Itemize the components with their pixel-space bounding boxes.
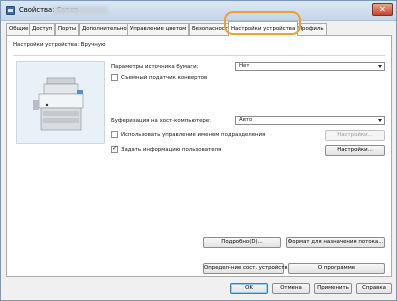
cancel-button[interactable]: Отмена: [272, 283, 310, 294]
tab-general[interactable]: Общие: [6, 23, 32, 35]
tab-sharing[interactable]: Доступ: [29, 23, 56, 35]
tab-profile[interactable]: Профиль: [295, 23, 327, 35]
redacted-printer-name: [53, 7, 108, 14]
paper-source-select[interactable]: Нет: [235, 62, 385, 71]
apply-button[interactable]: Применить: [314, 283, 352, 294]
get-device-status-button[interactable]: Определ-ние сост. устройства: [203, 263, 291, 274]
user-info-checkbox[interactable]: [111, 144, 118, 153]
device-settings-panel: Настройки устройства: Вручную Параметры …: [6, 35, 392, 277]
close-button[interactable]: ✕: [372, 3, 393, 16]
output-format-button[interactable]: Формат для назначения потока...: [286, 237, 385, 248]
close-icon: ✕: [379, 5, 386, 14]
divider: [13, 55, 385, 56]
spooling-select[interactable]: Авто: [235, 116, 385, 125]
printer-icon: [6, 6, 15, 15]
printer-illustration: [16, 61, 105, 144]
tab-security[interactable]: Безопасност: [189, 23, 231, 35]
help-button[interactable]: Справка: [356, 283, 392, 294]
dept-management-checkbox[interactable]: [111, 131, 118, 138]
dept-management-label: Использовать управление именем подраздел…: [121, 132, 266, 138]
chevron-down-icon: [378, 119, 382, 122]
spooling-value: Авто: [239, 117, 253, 123]
user-info-label: Задать информацию пользователя: [121, 147, 222, 153]
properties-window: Свойства: Canon ✕ Общие Доступ Порты Доп…: [0, 0, 397, 301]
dept-settings-button[interactable]: Настройки...: [325, 130, 385, 141]
printer-image-icon: [33, 77, 84, 131]
envelope-feeder-checkbox[interactable]: [111, 74, 118, 81]
paper-source-value: Нет: [239, 63, 250, 69]
title-bar[interactable]: Свойства: Canon ✕: [1, 1, 396, 21]
paper-source-label: Параметры источника бумаги:: [111, 64, 199, 70]
envelope-feeder-label: Съемный податчик конвертов: [121, 75, 208, 81]
panel-header: Настройки устройства: Вручную: [13, 42, 106, 48]
about-button[interactable]: О программе: [288, 263, 385, 274]
ok-button[interactable]: OK: [230, 283, 268, 294]
chevron-down-icon: [378, 65, 382, 68]
tab-device-settings[interactable]: Настройки устройства: [228, 21, 299, 36]
tab-color-management[interactable]: Управление цветом: [127, 23, 190, 35]
spooling-label: Буферизация на хост-компьютере:: [111, 118, 211, 124]
tab-advanced[interactable]: Дополнительно: [79, 23, 130, 35]
user-settings-button[interactable]: Настройки...: [325, 145, 385, 156]
tab-ports[interactable]: Порты: [55, 23, 80, 35]
details-button[interactable]: Подробно(D)...: [203, 237, 281, 248]
